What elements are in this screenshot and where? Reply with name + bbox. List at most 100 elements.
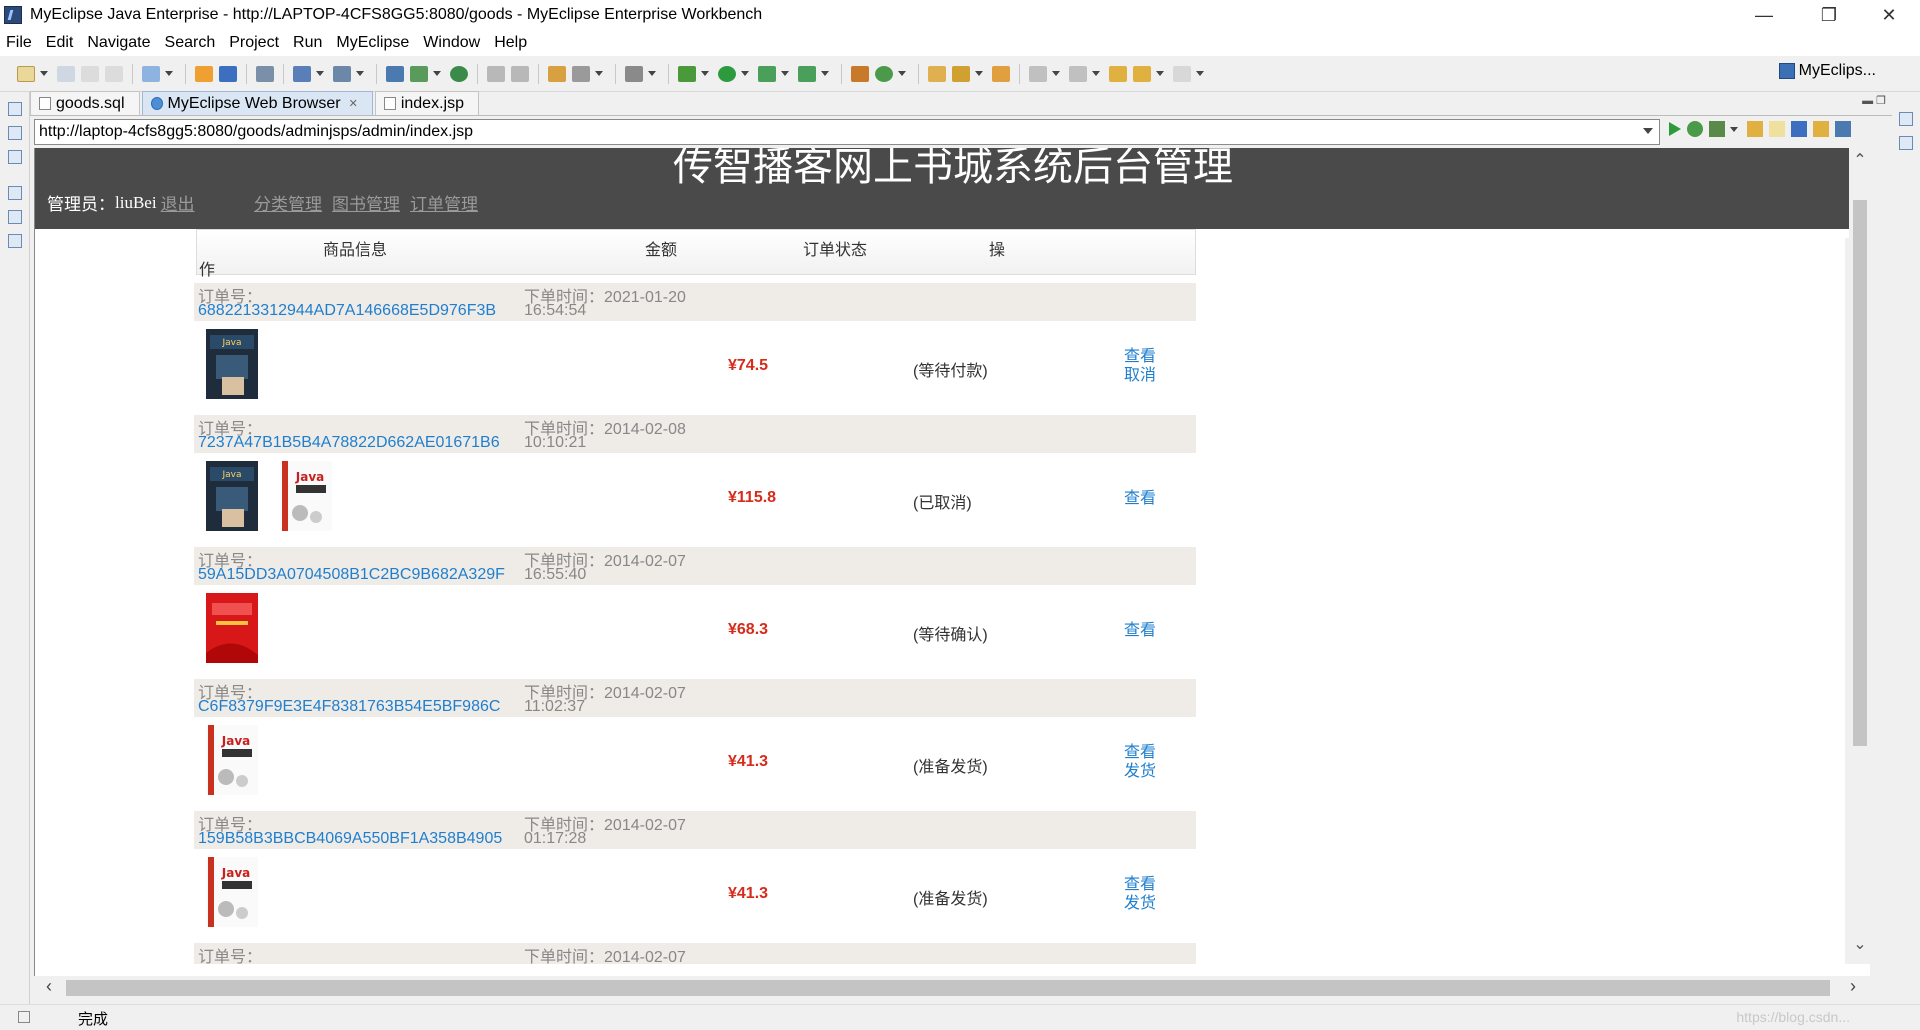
image-preview-icon[interactable]	[7, 234, 22, 248]
scroll-up-icon[interactable]: ⌃	[1853, 153, 1867, 169]
dropdown-icon[interactable]	[1196, 71, 1204, 76]
order-secondary-action-link[interactable]: 取消	[1124, 366, 1156, 385]
menu-run[interactable]: Run	[293, 34, 322, 52]
db-browser-icon[interactable]	[256, 65, 274, 82]
dropdown-icon[interactable]	[975, 71, 983, 76]
task-icon[interactable]	[992, 65, 1010, 82]
menu-project[interactable]: Project	[229, 34, 279, 52]
tab-index-jsp[interactable]: index.jsp	[374, 91, 479, 115]
view-order-link[interactable]: 查看	[1124, 875, 1156, 894]
order-secondary-action-link[interactable]: 发货	[1124, 894, 1156, 913]
nav-orders-link[interactable]: 订单管理	[410, 190, 478, 215]
page-scrollbar[interactable]: ⌃ ⌄	[1849, 148, 1870, 964]
forward-icon[interactable]	[1769, 121, 1785, 137]
book-cover-image[interactable]: Java	[206, 857, 258, 927]
web-project-icon[interactable]	[386, 65, 404, 82]
scroll-left-icon[interactable]: ‹	[46, 976, 52, 997]
menu-myeclipse[interactable]: MyEclipse	[336, 34, 409, 52]
logout-link[interactable]: 退出	[161, 190, 195, 215]
maximize-button[interactable]: ❐	[1806, 0, 1852, 30]
restore-icon[interactable]	[7, 102, 22, 116]
external-tools-icon[interactable]	[798, 65, 816, 82]
view-order-link[interactable]: 查看	[1124, 347, 1156, 366]
order-secondary-action-link[interactable]: 发货	[1124, 762, 1156, 781]
print-icon[interactable]	[105, 65, 123, 82]
next-annotation-icon[interactable]	[1029, 65, 1047, 82]
reload-icon[interactable]	[1813, 121, 1829, 137]
go-icon[interactable]	[1669, 122, 1681, 136]
open-web-browser-icon[interactable]	[450, 65, 468, 82]
open-resource-icon[interactable]	[219, 65, 237, 82]
stop-icon[interactable]	[1791, 121, 1807, 137]
open-folder-icon[interactable]	[928, 65, 946, 82]
restore-icon[interactable]	[7, 186, 22, 200]
order-id-link[interactable]: C6F8379F9E3E4F8381763B54E5BF986C	[198, 698, 500, 716]
tab-web-browser[interactable]: MyEclipse Web Browser ✕	[141, 91, 373, 115]
image-editor-icon[interactable]	[548, 65, 566, 82]
dropdown-icon[interactable]	[1092, 71, 1100, 76]
book-cover-image[interactable]: Java	[206, 461, 258, 531]
dropdown-icon[interactable]	[316, 71, 324, 76]
nav-category-link[interactable]: 分类管理	[254, 190, 322, 215]
search-tool-icon[interactable]	[952, 65, 970, 82]
menu-window[interactable]: Window	[423, 34, 480, 52]
back-icon[interactable]	[1133, 65, 1151, 82]
new-java-project-icon[interactable]	[142, 65, 160, 82]
book-cover-image[interactable]: Java	[206, 725, 258, 795]
dropdown-icon[interactable]	[1730, 126, 1738, 132]
screenshot-icon[interactable]	[625, 65, 643, 82]
menu-file[interactable]: File	[6, 34, 32, 52]
save-all-icon[interactable]	[81, 65, 99, 82]
dropdown-icon[interactable]	[165, 71, 173, 76]
refresh-icon[interactable]	[1687, 121, 1703, 137]
minimize-maximize-icon[interactable]: ▬ ❐	[1862, 94, 1886, 107]
hierarchy-icon[interactable]	[7, 150, 22, 164]
new-package-icon[interactable]	[851, 65, 869, 82]
dropdown-icon[interactable]	[648, 71, 656, 76]
order-id-link[interactable]: 159B58B3BBCB4069A550BF1A358B4905	[198, 830, 502, 848]
view-order-link[interactable]: 查看	[1124, 743, 1156, 762]
nav-books-link[interactable]: 图书管理	[332, 190, 400, 215]
book-cover-image[interactable]: Java	[206, 329, 258, 399]
url-dropdown-icon[interactable]	[1643, 128, 1653, 134]
new-dropdown-icon[interactable]	[40, 71, 48, 76]
menu-search[interactable]: Search	[165, 34, 216, 52]
save-icon[interactable]	[57, 65, 75, 82]
horizontal-scrollbar[interactable]: ‹ ›	[34, 976, 1870, 1000]
order-id-link[interactable]: 7237A47B1B5B4A78822D662AE01671B6	[198, 434, 500, 452]
dropdown-icon[interactable]	[433, 71, 441, 76]
book-cover-image[interactable]: Java	[280, 461, 332, 531]
close-button[interactable]: ✕	[1866, 0, 1912, 30]
debug-icon[interactable]	[678, 65, 696, 82]
perspective-switcher[interactable]: MyEclips...	[1778, 62, 1876, 80]
url-input[interactable]: http://laptop-4cfs8gg5:8080/goods/adminj…	[34, 119, 1660, 145]
run-profile-icon[interactable]	[758, 65, 776, 82]
deploy-icon[interactable]	[293, 65, 311, 82]
view-order-link[interactable]: 查看	[1124, 489, 1156, 508]
order-id-link[interactable]: 59A15DD3A0704508B1C2BC9B682A329F	[198, 566, 505, 584]
tab-goods-sql[interactable]: goods.sql	[30, 91, 140, 115]
scroll-down-icon[interactable]: ⌄	[1853, 937, 1867, 953]
dropdown-icon[interactable]	[741, 71, 749, 76]
uml-icon[interactable]	[572, 65, 590, 82]
browser-settings-icon[interactable]	[1835, 121, 1851, 137]
book-cover-image[interactable]	[206, 593, 258, 663]
forward-icon[interactable]	[1173, 65, 1191, 82]
dropdown-icon[interactable]	[1052, 71, 1060, 76]
menu-edit[interactable]: Edit	[46, 34, 74, 52]
scrollbar-thumb[interactable]	[1853, 200, 1867, 746]
webservice-icon[interactable]	[410, 65, 428, 82]
close-tab-icon[interactable]: ✕	[349, 97, 358, 110]
restore-icon[interactable]	[1899, 112, 1913, 126]
back-icon[interactable]	[1747, 121, 1763, 137]
hibernate-icon[interactable]	[487, 65, 505, 82]
scrollbar-thumb[interactable]	[66, 980, 1830, 996]
dropdown-icon[interactable]	[781, 71, 789, 76]
dropdown-icon[interactable]	[821, 71, 829, 76]
view-order-link[interactable]: 查看	[1124, 621, 1156, 640]
open-type-icon[interactable]	[195, 65, 213, 82]
tools-icon[interactable]	[1709, 121, 1725, 137]
dropdown-icon[interactable]	[898, 71, 906, 76]
spring-icon[interactable]	[511, 65, 529, 82]
scroll-right-icon[interactable]: ›	[1850, 976, 1856, 997]
